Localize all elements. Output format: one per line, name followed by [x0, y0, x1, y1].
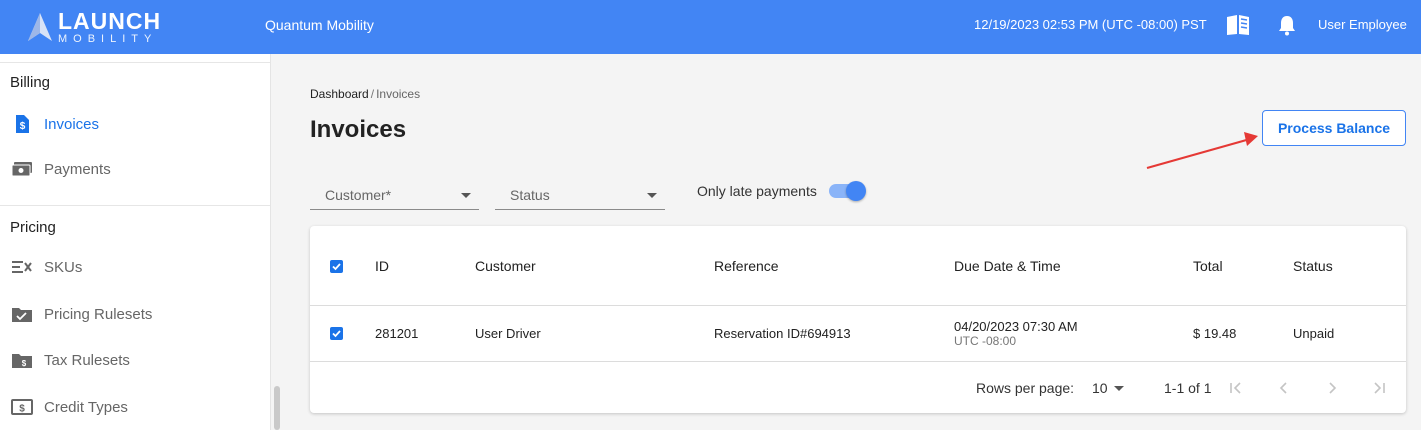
- column-header-reference[interactable]: Reference: [714, 258, 779, 274]
- annotation-arrow-icon: [1146, 132, 1258, 170]
- svg-text:$: $: [22, 359, 27, 368]
- invoice-icon: $: [11, 114, 33, 134]
- sidebar-item-invoices[interactable]: $ Invoices: [0, 106, 270, 142]
- top-app-bar: LAUNCH MOBILITY Quantum Mobility 12/19/2…: [0, 0, 1421, 54]
- column-header-customer[interactable]: Customer: [475, 258, 536, 274]
- dropdown-caret-icon: [647, 193, 657, 198]
- sidebar-item-label: Invoices: [44, 115, 100, 133]
- breadcrumb-separator: /: [370, 87, 375, 101]
- first-page-icon[interactable]: [1226, 378, 1246, 398]
- process-balance-button[interactable]: Process Balance: [1262, 110, 1406, 146]
- toggle-thumb: [846, 181, 866, 201]
- last-page-icon[interactable]: [1369, 378, 1389, 398]
- breadcrumb: Dashboard / Invoices: [310, 87, 420, 101]
- sidebar-divider: [0, 62, 270, 63]
- rows-per-page-select[interactable]: 10: [1092, 380, 1108, 396]
- customer-select-label: Customer*: [325, 187, 392, 203]
- page-title: Invoices: [310, 116, 407, 143]
- logo-main-text: LAUNCH: [58, 7, 162, 34]
- column-header-id[interactable]: ID: [375, 258, 389, 274]
- organization-name[interactable]: Quantum Mobility: [265, 17, 374, 33]
- cell-customer: User Driver: [475, 326, 541, 341]
- payments-icon: [11, 159, 33, 179]
- sidebar-item-label: Pricing Rulesets: [44, 305, 153, 323]
- table-divider: [310, 361, 1406, 362]
- late-payments-toggle-label: Only late payments: [697, 183, 817, 199]
- invoices-table: ID Customer Reference Due Date & Time To…: [310, 226, 1406, 413]
- sidebar-heading-billing: Billing: [10, 74, 51, 91]
- dropdown-caret-icon: [461, 193, 471, 198]
- status-select[interactable]: Status: [495, 180, 665, 210]
- sidebar-heading-pricing: Pricing: [10, 219, 56, 236]
- sidebar-item-payments[interactable]: Payments: [0, 151, 270, 187]
- cell-due-date: 04/20/2023 07:30 AM: [954, 319, 1078, 334]
- table-divider: [310, 305, 1406, 306]
- column-header-status[interactable]: Status: [1293, 258, 1333, 274]
- cell-due-timezone: UTC -08:00: [954, 334, 1017, 348]
- skus-icon: [11, 257, 33, 277]
- column-header-due-date[interactable]: Due Date & Time: [954, 258, 1061, 274]
- sidebar-item-tax-rulesets[interactable]: $ Tax Rulesets: [0, 342, 270, 378]
- checkmark-icon: [332, 263, 341, 271]
- status-select-label: Status: [510, 187, 550, 203]
- notifications-bell-icon[interactable]: [1277, 14, 1297, 36]
- logo-sub-text: MOBILITY: [58, 32, 158, 45]
- tax-rulesets-icon: $: [11, 350, 33, 370]
- sidebar-item-label: Tax Rulesets: [44, 351, 130, 369]
- sidebar-scrollbar[interactable]: [274, 386, 280, 430]
- sidebar-item-label: Credit Types: [44, 398, 128, 416]
- pagination-range: 1-1 of 1: [1164, 380, 1212, 396]
- launch-mobility-logo[interactable]: LAUNCH MOBILITY: [26, 7, 161, 47]
- cell-status: Unpaid: [1293, 326, 1335, 341]
- svg-text:$: $: [20, 121, 26, 132]
- pricing-rulesets-icon: [11, 304, 33, 324]
- select-all-checkbox[interactable]: [330, 260, 343, 273]
- dropdown-caret-icon[interactable]: [1114, 386, 1124, 391]
- sidebar-item-pricing-rulesets[interactable]: Pricing Rulesets: [0, 296, 270, 332]
- next-page-icon[interactable]: [1322, 378, 1342, 398]
- late-payments-toggle[interactable]: [829, 181, 867, 201]
- cell-total: $ 19.48: [1193, 326, 1237, 341]
- rows-per-page-label: Rows per page:: [976, 380, 1075, 396]
- user-menu[interactable]: User Employee: [1318, 17, 1407, 32]
- breadcrumb-dashboard-link[interactable]: Dashboard: [310, 87, 369, 101]
- sidebar-item-label: Payments: [44, 160, 111, 178]
- checkmark-icon: [332, 330, 341, 338]
- credit-types-icon: $: [11, 397, 33, 417]
- previous-page-icon[interactable]: [1274, 378, 1294, 398]
- cell-id: 281201: [375, 326, 419, 341]
- customer-select[interactable]: Customer*: [310, 180, 479, 210]
- sidebar-item-credit-types[interactable]: $ Credit Types: [0, 389, 270, 425]
- row-checkbox[interactable]: [330, 327, 343, 340]
- cell-reference: Reservation ID#694913: [714, 326, 851, 341]
- sidebar-divider: [0, 205, 270, 206]
- column-header-total[interactable]: Total: [1193, 258, 1223, 274]
- svg-text:$: $: [19, 404, 25, 415]
- sidebar: Billing $ Invoices Payments Pricing SKUs…: [0, 54, 271, 430]
- current-datetime: 12/19/2023 02:53 PM (UTC -08:00) PST: [974, 17, 1207, 32]
- sidebar-item-skus[interactable]: SKUs: [0, 249, 270, 285]
- breadcrumb-current: Invoices: [376, 87, 421, 101]
- sidebar-item-label: SKUs: [44, 258, 83, 276]
- logo-mark-icon: [28, 13, 52, 41]
- book-icon[interactable]: [1226, 14, 1250, 36]
